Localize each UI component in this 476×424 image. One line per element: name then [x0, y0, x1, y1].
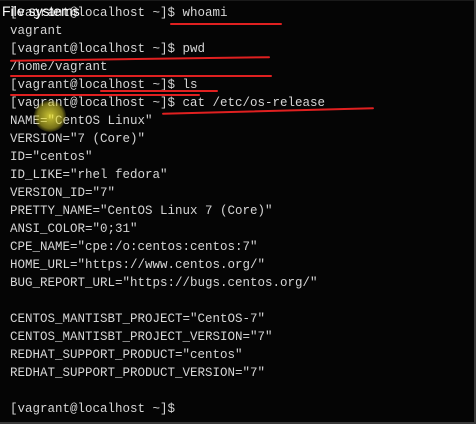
annotation-underline	[10, 75, 272, 77]
terminal-line-output: VERSION="7 (Core)"	[10, 132, 146, 146]
terminal-window[interactable]: File systems [vagrant@localhost ~]$ whoa…	[0, 0, 476, 424]
terminal-line-output: REDHAT_SUPPORT_PRODUCT_VERSION="7"	[10, 366, 266, 380]
terminal-line-output: BUG_REPORT_URL="https://bugs.centos.org/…	[10, 276, 318, 290]
annotation-underline	[100, 90, 218, 92]
terminal-line-output: REDHAT_SUPPORT_PRODUCT="centos"	[10, 348, 243, 362]
annotation-underline	[170, 23, 282, 25]
terminal-line-blank	[10, 292, 325, 310]
terminal-line-prompt-current[interactable]: [vagrant@localhost ~]$	[10, 400, 325, 418]
terminal-line-blank	[10, 382, 325, 400]
terminal-line-output: HOME_URL="https://www.centos.org/"	[10, 258, 266, 272]
yellow-cursor-highlight-icon	[34, 100, 66, 132]
annotation-underline	[10, 94, 200, 96]
terminal-line-output: CENTOS_MANTISBT_PROJECT="CentOS-7"	[10, 312, 266, 326]
terminal-line-prompt-pwd: [vagrant@localhost ~]$ pwd	[10, 42, 206, 56]
terminal-line-output: PRETTY_NAME="CentOS Linux 7 (Core)"	[10, 204, 273, 218]
terminal-line-output: ANSI_COLOR="0;31"	[10, 222, 138, 236]
window-title: File systems	[2, 3, 80, 19]
terminal-line-output: CENTOS_MANTISBT_PROJECT_VERSION="7"	[10, 330, 273, 344]
terminal-line-output: ID="centos"	[10, 150, 93, 164]
terminal-line-output: ID_LIKE="rhel fedora"	[10, 168, 168, 182]
terminal-output[interactable]: [vagrant@localhost ~]$ whoami vagrant [v…	[10, 4, 325, 418]
terminal-line-output: VERSION_ID="7"	[10, 186, 116, 200]
terminal-line-output: CPE_NAME="cpe:/o:centos:centos:7"	[10, 240, 258, 254]
